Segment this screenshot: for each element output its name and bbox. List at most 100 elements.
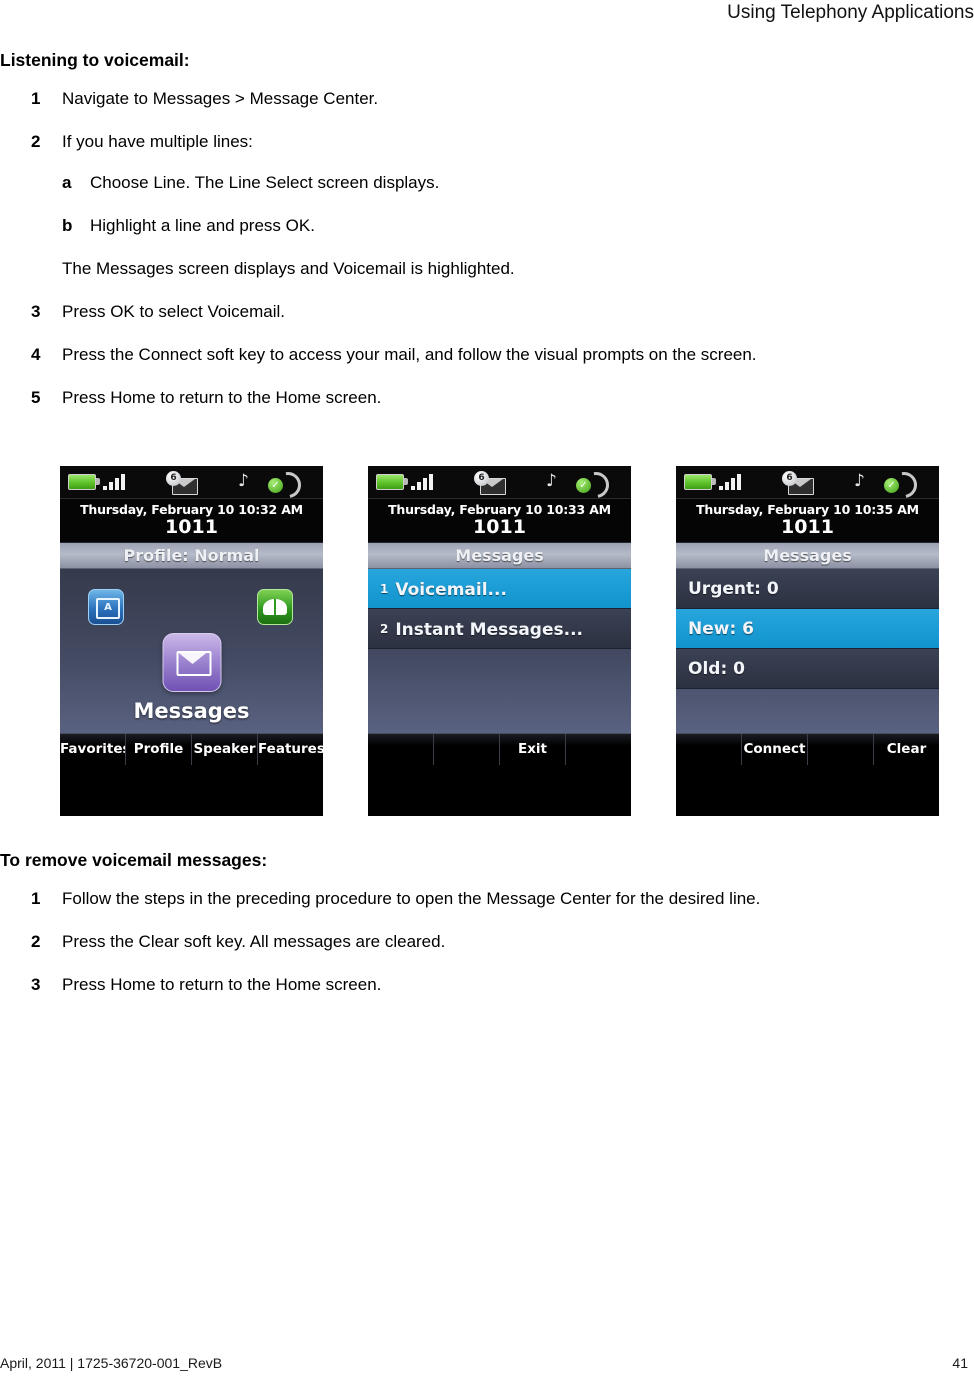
section-heading-listening: Listening to voicemail:	[0, 50, 190, 70]
screen-title: Messages	[676, 543, 939, 569]
step-body: Press Home to return to the Home screen.	[62, 388, 381, 407]
messages-icon-label: Messages	[133, 699, 250, 723]
battery-full-icon	[376, 474, 408, 490]
list-item-label: New: 6	[688, 619, 755, 639]
step-text: . The Line Select screen displays.	[185, 173, 440, 192]
procedure-section-listening: Listening to voicemail: 1 Navigate to Mes…	[0, 48, 974, 430]
status-bar: 6 ♪ ✓	[368, 466, 631, 504]
screen-body-list: 1 Voicemail... 2 Instant Messages... Exit	[368, 569, 631, 765]
extension-number: 1011	[165, 516, 218, 538]
running-head-text: Using Telephony Applications	[727, 2, 974, 23]
phone-screenshot-message-center: 6 ♪ ✓ Thursday, February 10 10:35 AM 101…	[676, 466, 939, 816]
headset-enabled-icon: ✓	[268, 466, 307, 504]
emphasis-text: OK	[285, 216, 311, 235]
soft-key-1[interactable]	[676, 734, 742, 765]
soft-key-clear[interactable]: Clear	[874, 734, 939, 765]
emphasis-text: Home	[110, 388, 156, 407]
step-list-listening: 1 Navigate to Messages > Message Center. 2…	[0, 88, 974, 409]
list-item-label: Urgent: 0	[688, 579, 779, 599]
step-note: The Messages screen displays and Voicema…	[62, 259, 515, 278]
date-time-text: Thursday, February 10 10:32 AM	[80, 502, 303, 517]
step-item: 3 Press OK to select Voicemail.	[0, 301, 974, 323]
step-body: Press Home to return to the Home screen.	[62, 975, 381, 994]
step-number: 2	[31, 932, 41, 951]
figure-phone-screens: 6 ♪ ✓ Thursday, February 10 10:32 AM 101…	[60, 466, 940, 816]
soft-key-3[interactable]	[808, 734, 874, 765]
list-item-label: Voicemail...	[395, 580, 507, 600]
headset-enabled-icon: ✓	[884, 466, 923, 504]
step-text: .	[373, 89, 379, 108]
soft-key-speaker[interactable]: Speaker	[192, 734, 258, 765]
step-list-remove: 1 Follow the steps in the preceding proce…	[0, 888, 974, 996]
list-item[interactable]: 1 Voicemail...	[368, 569, 631, 609]
list-item-label: Instant Messages...	[395, 620, 583, 640]
soft-key-features[interactable]: Features	[258, 734, 323, 765]
signal-bars-icon	[719, 473, 745, 490]
substep-item: b Highlight a line and press OK.	[62, 215, 974, 237]
message-count-badge: 6	[166, 471, 181, 486]
soft-key-profile[interactable]: Profile	[126, 734, 192, 765]
date-time-text: Thursday, February 10 10:33 AM	[388, 502, 611, 517]
soft-key-4[interactable]	[566, 734, 631, 765]
soft-key-bar: Connect Clear	[676, 733, 939, 765]
emphasis-text: Clear	[138, 932, 180, 951]
battery-full-icon	[68, 474, 100, 490]
emphasis-text: Connect	[138, 345, 202, 364]
list-item-old[interactable]: Old: 0	[676, 649, 939, 689]
substep-letter: a	[62, 173, 72, 192]
soft-key-favorites[interactable]: Favorites	[60, 734, 126, 765]
screen-title: Profile: Normal	[60, 543, 323, 569]
step-text: Highlight a line and press	[90, 216, 286, 235]
substep-list: a Choose Line. The Line Select screen dis…	[62, 172, 974, 237]
step-text: soft key to access your mail, and follow…	[201, 345, 757, 364]
applications-book-icon[interactable]	[257, 589, 293, 625]
messages-icon[interactable]	[162, 633, 221, 692]
step-text: to return to the Home screen.	[155, 388, 382, 407]
list-item[interactable]: 2 Instant Messages...	[368, 609, 631, 649]
soft-key-exit[interactable]: Exit	[500, 734, 566, 765]
step-text: to return to the Home screen.	[155, 975, 382, 994]
step-number: 3	[31, 975, 41, 994]
list-item-urgent[interactable]: Urgent: 0	[676, 569, 939, 609]
step-body: Press the Connect soft key to access you…	[62, 345, 757, 364]
step-text: Press the	[62, 345, 139, 364]
step-text: Follow the steps in the preceding proced…	[62, 889, 761, 908]
step-item: 3 Press Home to return to the Home screen…	[0, 974, 974, 996]
signal-bars-icon	[103, 473, 129, 490]
step-item: 4 Press the Connect soft key to access yo…	[0, 344, 974, 366]
list-item-label: Old: 0	[688, 659, 745, 679]
list-item-new[interactable]: New: 6	[676, 609, 939, 649]
soft-key-1[interactable]	[368, 734, 434, 765]
message-envelope-icon: 6	[166, 471, 200, 495]
soft-key-connect[interactable]: Connect	[742, 734, 808, 765]
music-note-icon: ♪	[854, 471, 865, 491]
emphasis-text: Line	[153, 173, 186, 192]
phone-screenshot-home: 6 ♪ ✓ Thursday, February 10 10:32 AM 101…	[60, 466, 323, 816]
extension-number: 1011	[781, 516, 834, 538]
footer-doc-id: April, 2011 | 1725-36720-001_RevB	[0, 1355, 223, 1371]
date-extension-bar: Thursday, February 10 10:35 AM 1011	[676, 499, 939, 543]
step-text: Choose	[90, 173, 154, 192]
date-extension-bar: Thursday, February 10 10:32 AM 1011	[60, 499, 323, 543]
running-head: Using Telephony Applications	[0, 0, 974, 26]
step-body: Follow the steps in the preceding proced…	[62, 889, 760, 908]
step-number: 1	[31, 89, 41, 108]
step-number: 5	[31, 388, 41, 407]
list-item-index: 1	[380, 582, 389, 596]
date-extension-bar: Thursday, February 10 10:33 AM 1011	[368, 499, 631, 543]
screen-body-list: Urgent: 0 New: 6 Old: 0 Connect Clear	[676, 569, 939, 765]
phone-screenshot-messages-menu: 6 ♪ ✓ Thursday, February 10 10:33 AM 101…	[368, 466, 631, 816]
message-envelope-icon: 6	[782, 471, 816, 495]
soft-key-bar: Exit	[368, 733, 631, 765]
music-note-icon: ♪	[238, 471, 249, 491]
step-body: Press OK to select Voicemail.	[62, 302, 285, 321]
soft-key-bar: Favorites Profile Speaker Features	[60, 733, 323, 765]
directories-icon[interactable]: A	[88, 589, 124, 625]
soft-key-2[interactable]	[434, 734, 500, 765]
page-number: 41	[952, 1355, 968, 1371]
emphasis-text: Home	[110, 975, 156, 994]
step-text: Press	[62, 975, 111, 994]
screen-title: Messages	[368, 543, 631, 569]
step-number: 1	[31, 889, 41, 908]
step-number: 2	[31, 132, 41, 151]
